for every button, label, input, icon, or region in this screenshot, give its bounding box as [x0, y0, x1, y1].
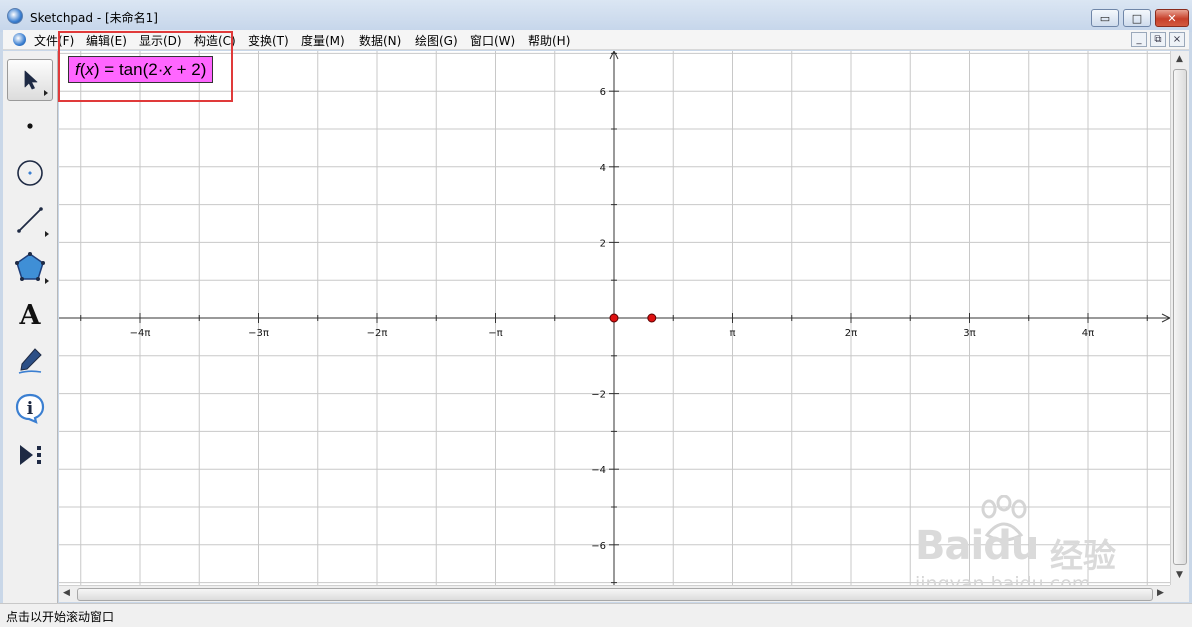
point-tool[interactable] [7, 105, 53, 147]
toolbox: A i [3, 51, 58, 603]
scroll-down-arrow-icon[interactable]: ▼ [1176, 570, 1183, 580]
scroll-up-arrow-icon[interactable]: ▲ [1176, 54, 1183, 64]
vertical-scrollbar[interactable]: ▲ ▼ [1170, 51, 1189, 585]
x-tick-label: 3π [963, 328, 975, 339]
graph-point[interactable] [609, 313, 619, 323]
straightedge-tool[interactable] [7, 199, 53, 241]
x-tick-label: −4π [130, 328, 151, 339]
menu-window[interactable]: 窗口(W) [470, 32, 515, 49]
straightedge-icon [17, 207, 43, 233]
scroll-right-arrow-icon[interactable]: ▶ [1157, 588, 1164, 598]
x-tick-label: π [729, 328, 735, 339]
x-tick-label: −π [488, 328, 502, 339]
y-tick-label: 4 [600, 163, 606, 174]
sketchpad-app-icon[interactable] [7, 8, 23, 24]
arrow-select-icon [24, 70, 38, 90]
polygon-icon [15, 252, 45, 281]
watermark-logo-text: Baidu [915, 523, 1039, 569]
minimize-button[interactable]: ▭ [1091, 9, 1119, 27]
window-title: Sketchpad - [未命名1] [30, 11, 158, 25]
status-bar: 点击以开始滚动窗口 [0, 603, 1192, 627]
svg-text:i: i [27, 399, 34, 419]
x-tick-label: 4π [1082, 328, 1094, 339]
menu-measure[interactable]: 度量(M) [301, 32, 345, 49]
title-bar: Sketchpad - [未命名1] ▭ □ ✕ [0, 0, 1192, 32]
menu-help[interactable]: 帮助(H) [528, 32, 570, 49]
x-tick-label: 2π [845, 328, 857, 339]
compass-icon [17, 160, 43, 186]
y-tick-label: −4 [591, 465, 606, 476]
information-icon: i [15, 393, 45, 424]
y-tick-label: 2 [600, 238, 606, 249]
horizontal-scroll-thumb[interactable] [77, 588, 1153, 601]
graph-point[interactable] [647, 313, 657, 323]
y-tick-label: −6 [591, 541, 606, 552]
polygon-tool[interactable] [7, 246, 53, 288]
x-tick-label: −2π [367, 328, 388, 339]
svg-text:A: A [19, 300, 42, 329]
close-button[interactable]: ✕ [1155, 9, 1189, 27]
x-tick-label: −3π [248, 328, 269, 339]
horizontal-scrollbar[interactable]: ◀ ▶ [59, 585, 1170, 602]
scroll-left-arrow-icon[interactable]: ◀ [63, 588, 70, 598]
text-icon: A [19, 300, 42, 329]
marker-tool[interactable] [7, 340, 53, 382]
vertical-scroll-thumb[interactable] [1173, 69, 1187, 565]
doc-close-button[interactable]: × [1169, 32, 1185, 47]
compass-tool[interactable] [7, 152, 53, 194]
menu-data[interactable]: 数据(N) [359, 32, 401, 49]
information-tool[interactable]: i [7, 387, 53, 429]
document-icon[interactable] [13, 33, 26, 46]
highlight-annotation-box [58, 31, 233, 102]
y-tick-label: 6 [600, 87, 606, 98]
doc-minimize-button[interactable]: _ [1131, 32, 1147, 47]
marker-icon [18, 348, 42, 374]
custom-tool-icon [20, 445, 41, 465]
doc-restore-button[interactable]: ⧉ [1150, 32, 1166, 47]
watermark-cn-text: 经验 [1050, 536, 1116, 575]
custom-tool[interactable] [7, 434, 53, 476]
text-tool[interactable]: A [7, 293, 53, 335]
point-icon [27, 123, 33, 129]
arrow-select-tool[interactable] [7, 59, 53, 101]
menu-graph[interactable]: 绘图(G) [415, 32, 458, 49]
scrollbar-corner [1170, 585, 1189, 602]
menu-transform[interactable]: 变换(T) [248, 32, 289, 49]
maximize-button[interactable]: □ [1123, 9, 1151, 27]
status-text: 点击以开始滚动窗口 [6, 610, 115, 624]
y-tick-label: −2 [591, 390, 606, 401]
